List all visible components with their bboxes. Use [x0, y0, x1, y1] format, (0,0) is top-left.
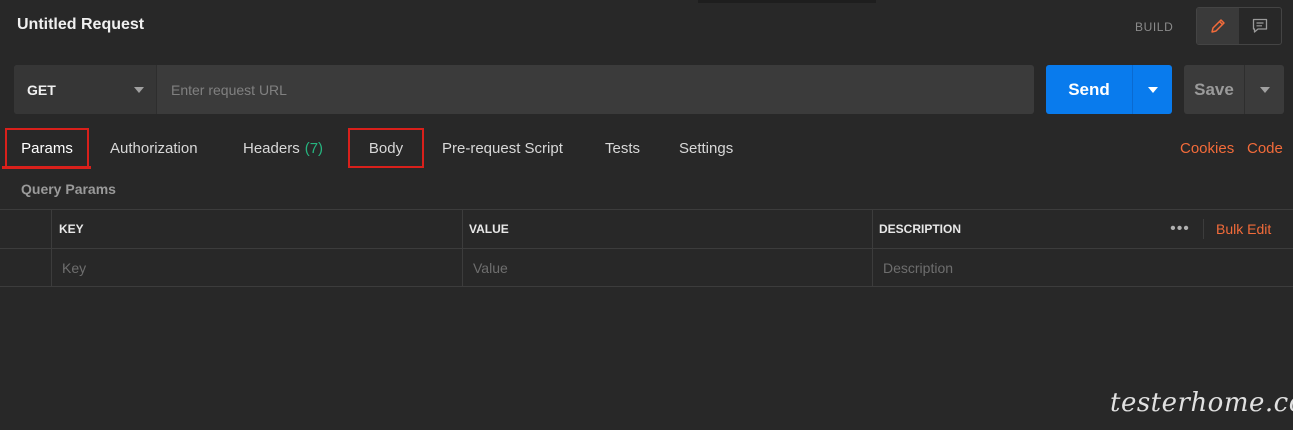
query-params-title: Query Params — [21, 181, 116, 197]
method-label: GET — [27, 81, 56, 98]
column-header-value: VALUE — [469, 222, 509, 236]
tab-headers[interactable]: Headers (7) — [243, 128, 323, 168]
more-options-icon[interactable]: ••• — [1166, 210, 1194, 248]
param-value-input[interactable] — [463, 249, 872, 286]
url-bar: GET — [14, 65, 1034, 114]
tab-params[interactable]: Params — [5, 128, 89, 168]
send-button[interactable]: Send — [1046, 65, 1132, 114]
pencil-icon — [1211, 19, 1225, 33]
param-description-input[interactable] — [873, 249, 1283, 286]
tab-tests[interactable]: Tests — [605, 128, 640, 168]
tab-body[interactable]: Body — [348, 128, 424, 168]
comment-icon — [1252, 18, 1268, 33]
mode-toggle — [1196, 7, 1282, 45]
header-divider — [1203, 219, 1204, 239]
mode-label: BUILD — [1135, 20, 1174, 34]
bulk-edit-link[interactable]: Bulk Edit — [1216, 210, 1271, 248]
send-button-group: Send — [1046, 65, 1172, 114]
save-options-button[interactable] — [1244, 65, 1284, 114]
query-params-table: KEY VALUE DESCRIPTION ••• Bulk Edit — [0, 209, 1293, 287]
column-header-key: KEY — [59, 222, 84, 236]
request-header: Untitled Request BUILD — [0, 0, 1293, 54]
cookies-link[interactable]: Cookies — [1180, 128, 1234, 168]
comments-mode-button[interactable] — [1239, 8, 1281, 44]
chevron-down-icon — [1259, 86, 1270, 93]
headers-count-badge: (7) — [304, 139, 324, 157]
chevron-down-icon — [134, 86, 144, 93]
top-notch — [698, 0, 876, 3]
request-title[interactable]: Untitled Request — [17, 16, 144, 34]
save-button[interactable]: Save — [1184, 65, 1244, 114]
tab-authorization[interactable]: Authorization — [110, 128, 198, 168]
send-options-button[interactable] — [1132, 65, 1172, 114]
save-button-group: Save — [1184, 65, 1284, 114]
active-tab-indicator — [2, 166, 91, 169]
code-link[interactable]: Code — [1247, 128, 1283, 168]
build-mode-button[interactable] — [1197, 8, 1239, 44]
tab-settings[interactable]: Settings — [679, 128, 733, 168]
chevron-down-icon — [1147, 86, 1158, 93]
url-input[interactable] — [157, 65, 1034, 114]
request-tabs: Params Authorization Headers (7) Body Pr… — [0, 128, 1293, 170]
watermark: testerhome.com — [1110, 388, 1293, 418]
tab-pre-request-script[interactable]: Pre-request Script — [442, 128, 563, 168]
tab-headers-label: Headers — [243, 139, 300, 157]
method-select[interactable]: GET — [14, 65, 157, 114]
param-key-input[interactable] — [52, 249, 462, 286]
column-header-description: DESCRIPTION — [879, 222, 962, 236]
